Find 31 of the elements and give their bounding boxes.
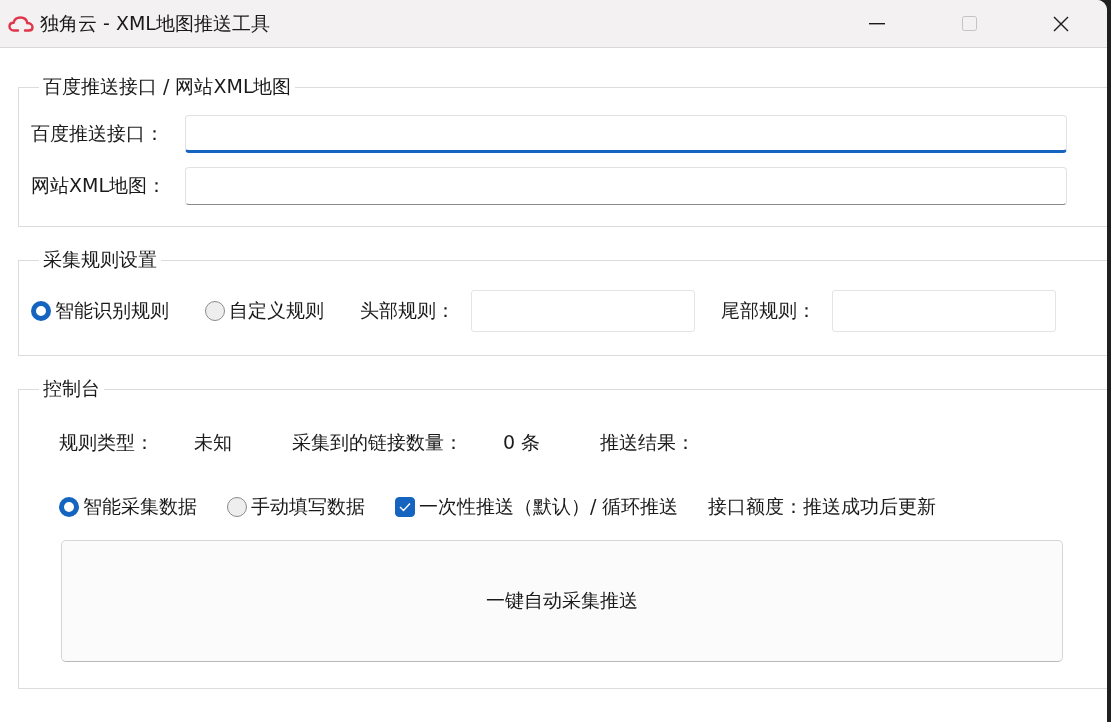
radio-button[interactable] bbox=[59, 497, 79, 517]
cloud-icon bbox=[8, 15, 34, 32]
radio-button[interactable] bbox=[227, 497, 247, 517]
collect-push-button[interactable]: 一键自动采集推送 bbox=[61, 540, 1063, 662]
checkmark-icon bbox=[399, 502, 411, 512]
field-label: 头部规则： bbox=[360, 298, 455, 323]
radio-label[interactable]: 智能采集数据 bbox=[83, 494, 197, 520]
radio-button[interactable] bbox=[205, 301, 225, 321]
group-title: 百度推送接口 / 网站XML地图 bbox=[42, 74, 293, 99]
quota-text: 接口额度：推送成功后更新 bbox=[708, 494, 937, 519]
radio-label[interactable]: 自定义规则 bbox=[229, 298, 324, 324]
stat-value: 未知 bbox=[194, 430, 232, 455]
radio-label[interactable]: 智能识别规则 bbox=[55, 298, 169, 324]
group-title: 控制台 bbox=[42, 376, 101, 401]
input-field[interactable] bbox=[832, 290, 1056, 332]
field-label: 网站XML地图： bbox=[31, 173, 167, 198]
radio-button[interactable] bbox=[31, 301, 51, 321]
input-field[interactable] bbox=[471, 290, 695, 332]
field-label: 尾部规则： bbox=[721, 298, 816, 323]
group-title: 采集规则设置 bbox=[42, 247, 158, 272]
stat-label: 推送结果： bbox=[600, 430, 696, 455]
field-label: 百度推送接口： bbox=[31, 121, 165, 146]
stat-label: 采集到的链接数量： bbox=[292, 430, 463, 455]
input-field[interactable] bbox=[185, 115, 1067, 153]
checkbox-label[interactable]: 一次性推送（默认）/ 循环推送 bbox=[419, 494, 679, 520]
window-title: 独角云 - XML地图推送工具 bbox=[40, 10, 271, 36]
stat-label: 规则类型： bbox=[59, 430, 154, 455]
input-field[interactable] bbox=[185, 167, 1067, 205]
checkbox[interactable] bbox=[395, 497, 415, 517]
stat-value: 0 条 bbox=[503, 430, 541, 455]
radio-label[interactable]: 手动填写数据 bbox=[251, 494, 365, 520]
